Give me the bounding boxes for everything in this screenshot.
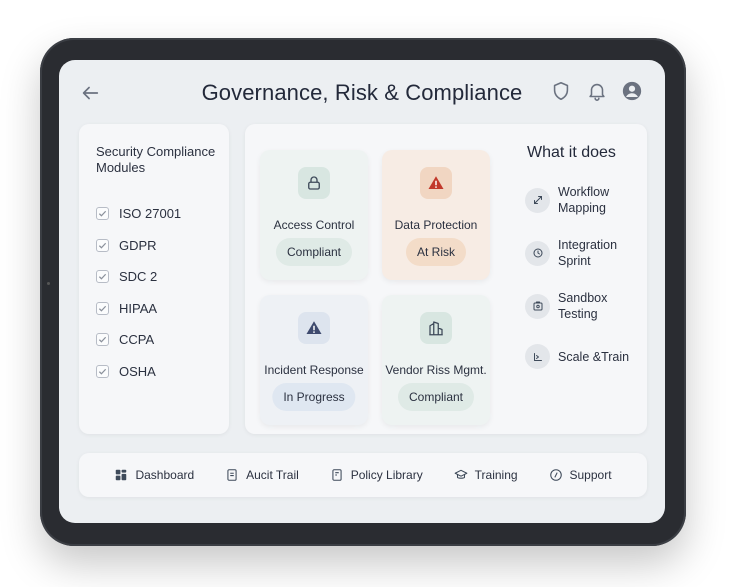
feature-label: Workflow Mapping	[558, 185, 610, 215]
status-badge: Compliant	[275, 238, 353, 266]
modules-panel: Security Compliance Modules ISO 27001 GD…	[79, 124, 229, 434]
status-badge: At Risk	[405, 238, 467, 266]
shield-icon[interactable]	[550, 80, 572, 102]
module-label: HIPAA	[119, 300, 158, 316]
module-osha[interactable]: OSHA	[96, 356, 181, 388]
checkbox-checked-icon[interactable]	[96, 270, 109, 284]
nav-label: Dashboard	[135, 468, 195, 482]
card-vendor-risk[interactable]: Vendor Riss Mgmt. Compliant	[382, 295, 490, 425]
sandbox-icon	[525, 293, 550, 319]
checkbox-checked-icon[interactable]	[96, 301, 109, 315]
card-title: Access Control	[273, 218, 355, 232]
bottom-nav: Dashboard Aucit Trail Policy Library Tra…	[79, 453, 647, 497]
nav-audit-trail[interactable]: Aucit Trail	[225, 468, 299, 482]
user-avatar-icon[interactable]	[621, 80, 643, 102]
alert-icon	[306, 321, 322, 334]
warning-icon	[428, 176, 444, 189]
sprint-icon	[525, 240, 550, 266]
nav-support[interactable]: Support	[549, 468, 612, 482]
workflow-icon	[525, 187, 550, 213]
nav-dashboard[interactable]: Dashboard	[114, 468, 194, 482]
feature-workflow-mapping[interactable]: Workflow Mapping	[525, 184, 638, 216]
card-title: Vendor Riss Mgmt.	[385, 363, 487, 377]
support-icon	[549, 469, 562, 481]
feature-sandbox-testing[interactable]: Sandbox Testing	[525, 290, 638, 322]
lock-icon	[308, 176, 320, 190]
card-icon-wrap	[298, 312, 330, 344]
modules-title: Security Compliance Modules	[96, 144, 216, 175]
nav-label: Aucit Trail	[246, 468, 299, 482]
checkbox-checked-icon[interactable]	[96, 238, 109, 252]
module-label: GDPR	[119, 237, 157, 253]
what-it-does-panel: What it does Workflow Mapping Integratio…	[509, 124, 647, 434]
feature-label: Sandbox Testing	[558, 291, 608, 321]
module-label: OSHA	[119, 363, 156, 379]
graduation-cap-icon	[454, 469, 468, 479]
tablet-frame: Governance, Risk & Compliance Security C…	[40, 38, 686, 546]
camera-dot	[47, 282, 50, 285]
modules-checklist: ISO 27001 GDPR SDC 2 HIPAA CCPA OSHA	[96, 198, 181, 387]
feature-label: Scale &Train	[558, 349, 630, 364]
page-title: Governance, Risk & Compliance	[201, 80, 523, 105]
checkbox-checked-icon[interactable]	[96, 364, 109, 378]
nav-label: Support	[569, 468, 612, 482]
card-icon-wrap	[298, 167, 330, 199]
module-iso27001[interactable]: ISO 27001	[96, 198, 181, 230]
card-title: Data Protection	[394, 218, 478, 232]
module-ccpa[interactable]: CCPA	[96, 324, 181, 356]
nav-label: Policy Library	[350, 468, 423, 482]
status-badge: Compliant	[397, 383, 475, 411]
nav-label: Training	[474, 468, 518, 482]
card-data-protection[interactable]: Data Protection At Risk	[382, 150, 490, 280]
card-icon-wrap	[420, 312, 452, 344]
bell-icon[interactable]	[586, 80, 608, 102]
scale-icon	[525, 344, 550, 369]
module-gdpr[interactable]: GDPR	[96, 230, 181, 262]
app-screen: Governance, Risk & Compliance Security C…	[59, 60, 665, 523]
what-it-does-title: What it does	[527, 144, 616, 161]
module-label: CCPA	[119, 332, 155, 348]
building-icon	[429, 321, 443, 336]
feature-label: Integration Sprint	[558, 238, 618, 268]
card-title: Incident Response	[264, 363, 364, 377]
policy-icon	[332, 469, 342, 481]
nav-policy-library[interactable]: Policy Library	[330, 468, 423, 482]
dashboard-icon	[116, 469, 127, 481]
feature-integration-sprint[interactable]: Integration Sprint	[525, 237, 638, 269]
module-hipaa[interactable]: HIPAA	[96, 293, 181, 325]
document-icon	[227, 469, 237, 481]
module-label: SDC 2	[119, 269, 158, 285]
status-badge: In Progress	[272, 383, 356, 411]
nav-training[interactable]: Training	[454, 468, 518, 482]
module-sdc2[interactable]: SDC 2	[96, 261, 181, 293]
checkbox-checked-icon[interactable]	[96, 207, 109, 221]
card-access-control[interactable]: Access Control Compliant	[260, 150, 368, 280]
card-incident-response[interactable]: Incident Response In Progress	[260, 295, 368, 425]
feature-scale-train[interactable]: Scale &Train	[525, 344, 638, 369]
checkbox-checked-icon[interactable]	[96, 333, 109, 347]
module-label: ISO 27001	[119, 206, 182, 222]
card-icon-wrap	[420, 167, 452, 199]
